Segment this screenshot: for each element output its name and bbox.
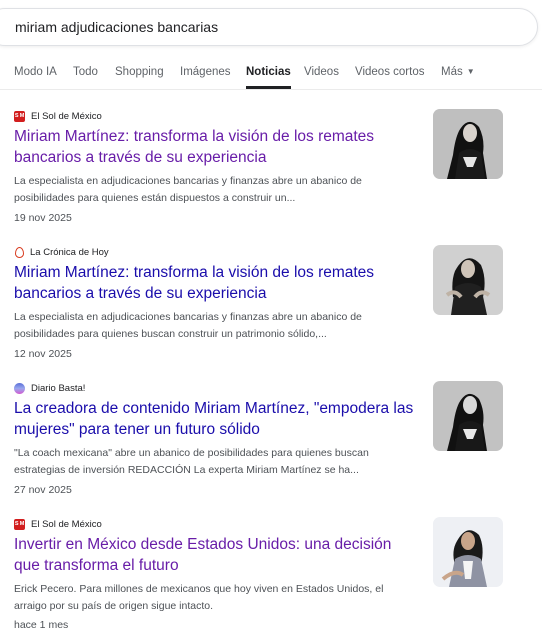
tab-noticias[interactable]: Noticias — [246, 56, 291, 89]
source-name: La Crónica de Hoy — [30, 246, 109, 258]
news-headline-link[interactable]: La creadora de contenido Miriam Martínez… — [14, 398, 414, 440]
tab-todo[interactable]: Todo — [73, 56, 98, 88]
tab-label: Todo — [73, 66, 98, 78]
tab-mas[interactable]: Más ▼ — [441, 56, 475, 88]
news-headline-link[interactable]: Miriam Martínez: transforma la visión de… — [14, 262, 414, 304]
tab-label: Videos cortos — [355, 66, 425, 78]
news-snippet: "La coach mexicana" abre un abanico de p… — [14, 447, 369, 476]
news-thumbnail[interactable] — [433, 517, 503, 587]
news-snippet: Erick Pecero. Para millones de mexicanos… — [14, 583, 384, 612]
news-thumbnail[interactable] — [433, 245, 503, 315]
tab-imagenes[interactable]: Imágenes — [180, 56, 231, 88]
search-bar[interactable] — [0, 8, 538, 46]
news-snippet: La especialista en adjudicaciones bancar… — [14, 175, 362, 204]
tab-videos-cortos[interactable]: Videos cortos — [355, 56, 424, 88]
tab-shopping[interactable]: Shopping — [115, 56, 164, 88]
news-thumbnail[interactable] — [433, 381, 503, 451]
news-date: 19 nov 2025 — [14, 212, 72, 224]
news-thumbnail[interactable] — [433, 109, 503, 179]
news-date: hace 1 mes — [14, 619, 69, 631]
tab-modo-ia[interactable]: Modo IA — [14, 56, 57, 88]
source-name: Diario Basta! — [31, 382, 86, 394]
el-sol-de-mexico-favicon-icon: S M — [14, 518, 25, 530]
source-name: El Sol de México — [31, 110, 102, 122]
news-headline-link[interactable]: Miriam Martínez: transforma la visión de… — [14, 126, 414, 168]
tab-label: Shopping — [115, 66, 164, 78]
diario-basta-favicon-icon — [14, 382, 25, 394]
tab-videos[interactable]: Videos — [304, 56, 339, 88]
news-source[interactable]: S M El Sol de México — [14, 517, 102, 531]
search-tabs: Modo IA Todo Shopping Imágenes Noticias … — [0, 56, 542, 90]
tab-label: Videos — [304, 66, 339, 78]
source-name: El Sol de México — [31, 518, 102, 530]
news-headline-link[interactable]: Invertir en México desde Estados Unidos:… — [14, 534, 414, 576]
news-source[interactable]: S M El Sol de México — [14, 109, 102, 123]
news-source[interactable]: La Crónica de Hoy — [14, 245, 109, 259]
el-sol-de-mexico-favicon-icon: S M — [14, 110, 25, 122]
la-cronica-favicon-icon — [15, 246, 24, 258]
tab-label: Modo IA — [14, 66, 57, 78]
news-source[interactable]: Diario Basta! — [14, 381, 85, 395]
caret-down-icon: ▼ — [466, 67, 475, 76]
search-input[interactable] — [15, 9, 495, 45]
tab-label: Noticias — [246, 66, 291, 78]
tab-label: Más — [441, 66, 463, 78]
tab-label: Imágenes — [180, 66, 231, 78]
news-date: 12 nov 2025 — [14, 348, 72, 360]
news-date: 27 nov 2025 — [14, 484, 72, 496]
news-snippet: La especialista en adjudicaciones bancar… — [14, 311, 362, 340]
